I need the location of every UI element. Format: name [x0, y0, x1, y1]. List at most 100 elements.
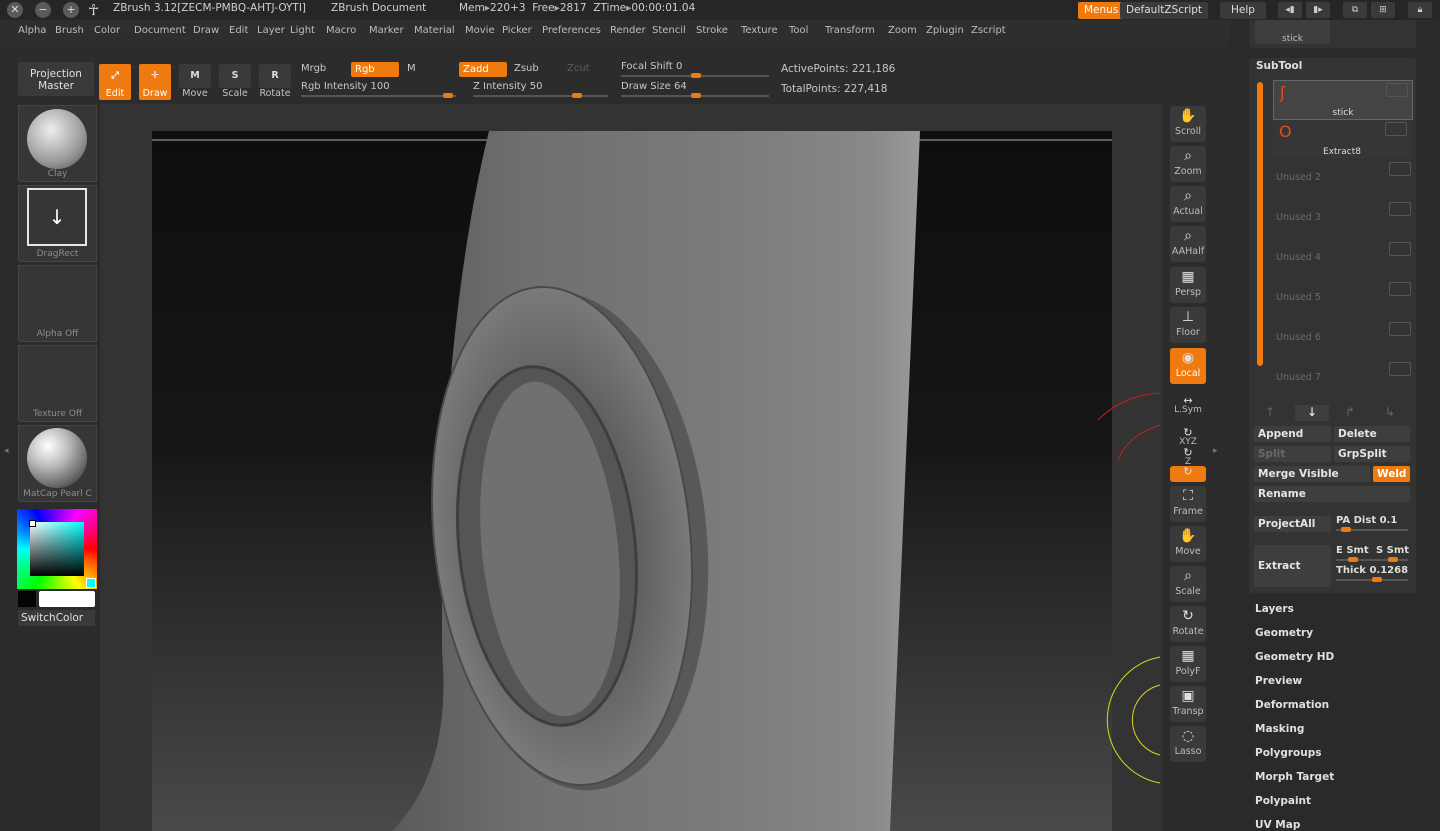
lsym-button[interactable]: ↔ L.Sym — [1170, 395, 1206, 415]
subtool-scrollbar[interactable] — [1257, 82, 1263, 366]
arrow-down-icon[interactable]: ↓ — [1295, 405, 1329, 421]
m-toggle[interactable]: M — [407, 63, 416, 74]
zadd-toggle[interactable]: Zadd — [459, 62, 507, 77]
polyf-button[interactable]: ▦ PolyF — [1170, 646, 1206, 682]
menu-stroke[interactable]: Stroke — [696, 25, 728, 36]
subtool-slot-unused[interactable]: Unused 2 — [1276, 172, 1321, 183]
menu-zplugin[interactable]: Zplugin — [926, 25, 964, 36]
weld-toggle[interactable]: Weld — [1373, 466, 1410, 482]
zcut-toggle[interactable]: Zcut — [567, 63, 590, 74]
menu-edit[interactable]: Edit — [229, 25, 248, 36]
document-canvas[interactable] — [152, 131, 1112, 831]
tool-scale-button[interactable]: S Scale — [219, 64, 251, 100]
visibility-eye-icon[interactable] — [1389, 362, 1411, 376]
window-layout-icon[interactable]: ⊞ — [1371, 2, 1395, 18]
menu-layer[interactable]: Layer — [257, 25, 285, 36]
z-intensity-knob[interactable] — [572, 93, 582, 98]
visibility-eye-icon[interactable] — [1389, 282, 1411, 296]
subtool-item-stick[interactable]: ʃ stick — [1273, 80, 1413, 120]
rotate-button[interactable]: ↻ Rotate — [1170, 606, 1206, 642]
menu-preferences[interactable]: Preferences — [542, 25, 601, 36]
z-intensity-slider[interactable]: Z Intensity 50 — [473, 81, 542, 92]
right-tray-arrow-icon[interactable]: ▸ — [1213, 446, 1221, 458]
subtool-item-extract8[interactable]: O Extract8 — [1273, 120, 1411, 158]
stroke-slot[interactable]: ↓ DragRect — [18, 185, 97, 262]
scroll-left-icon[interactable]: ◂▮ — [1278, 2, 1302, 18]
rgb-toggle[interactable]: Rgb — [351, 62, 399, 77]
tool-rotate-button[interactable]: R Rotate — [259, 64, 291, 100]
aahalf-button[interactable]: ⌕ AAHalf — [1170, 226, 1206, 262]
menu-alpha[interactable]: Alpha — [18, 25, 46, 36]
zoom-button[interactable]: ⌕ Zoom — [1170, 146, 1206, 182]
menu-transform[interactable]: Transform — [825, 25, 875, 36]
subtool-title[interactable]: SubTool — [1256, 60, 1302, 72]
s-smt-knob[interactable] — [1388, 557, 1398, 562]
section-morph-target[interactable]: Morph Target — [1255, 771, 1334, 783]
persp-button[interactable]: ▦ Persp — [1170, 267, 1206, 303]
default-zscript-button[interactable]: DefaultZScript — [1120, 2, 1209, 19]
switch-color-button[interactable]: SwitchColor — [18, 610, 95, 626]
menu-tool[interactable]: Tool — [789, 25, 808, 36]
visibility-eye-icon[interactable] — [1386, 83, 1408, 97]
maximize-window-button[interactable]: + — [63, 2, 79, 18]
frame-button[interactable]: ⛶ Frame — [1170, 486, 1206, 522]
color-picker-cursor[interactable] — [29, 520, 36, 527]
menu-light[interactable]: Light — [290, 25, 315, 36]
left-tray-arrow-icon[interactable]: ◂ — [4, 446, 12, 458]
menu-movie[interactable]: Movie — [465, 25, 495, 36]
menu-draw[interactable]: Draw — [193, 25, 219, 36]
menu-marker[interactable]: Marker — [369, 25, 404, 36]
z-button[interactable]: ↻ Z — [1170, 447, 1206, 467]
menu-texture[interactable]: Texture — [741, 25, 778, 36]
section-polygroups[interactable]: Polygroups — [1255, 747, 1322, 759]
section-layers[interactable]: Layers — [1255, 603, 1294, 615]
draw-size-knob[interactable] — [691, 93, 701, 98]
menu-render[interactable]: Render — [610, 25, 646, 36]
rgb-intensity-track[interactable] — [301, 95, 456, 97]
mrgb-toggle[interactable]: Mrgb — [301, 63, 326, 74]
e-smt-knob[interactable] — [1348, 557, 1358, 562]
tool-edit-button[interactable]: ⤢ Edit — [99, 64, 131, 100]
scroll-right-icon[interactable]: ▮▸ — [1306, 2, 1330, 18]
tool-draw-button[interactable]: ✛ Draw — [139, 64, 171, 100]
current-tool-thumb[interactable]: stick — [1255, 20, 1330, 44]
tool-move-button[interactable]: M Move — [179, 64, 211, 100]
delete-button[interactable]: Delete — [1334, 426, 1410, 442]
texture-slot[interactable]: Texture Off — [18, 345, 97, 422]
arrow-up-icon[interactable]: ↑ — [1265, 405, 1275, 419]
projection-master-button[interactable]: Projection Master — [18, 62, 94, 96]
section-preview[interactable]: Preview — [1255, 675, 1302, 687]
section-uv-map[interactable]: UV Map — [1255, 819, 1300, 831]
material-slot[interactable]: MatCap Pearl C — [18, 425, 97, 502]
move-button[interactable]: ✋ Move — [1170, 526, 1206, 562]
rgb-intensity-slider[interactable]: Rgb Intensity 100 — [301, 81, 390, 92]
visibility-eye-icon[interactable] — [1389, 242, 1411, 256]
visibility-eye-icon[interactable] — [1389, 202, 1411, 216]
subtool-slot-unused[interactable]: Unused 7 — [1276, 372, 1321, 383]
grpsplit-button[interactable]: GrpSplit — [1334, 446, 1410, 462]
project-all-button[interactable]: ProjectAll — [1254, 516, 1331, 532]
lock-icon[interactable]: 🔒︎ — [1408, 2, 1432, 18]
hue-cursor[interactable] — [86, 578, 96, 588]
primary-color-swatch[interactable] — [39, 591, 95, 607]
menu-macro[interactable]: Macro — [326, 25, 356, 36]
secondary-color-swatch[interactable] — [18, 591, 36, 607]
subtool-slot-unused[interactable]: Unused 3 — [1276, 212, 1321, 223]
scroll-button[interactable]: ✋ Scroll — [1170, 106, 1206, 142]
visibility-eye-icon[interactable] — [1389, 322, 1411, 336]
close-window-button[interactable]: ✕ — [7, 2, 23, 18]
rename-button[interactable]: Rename — [1254, 486, 1410, 502]
extract-button[interactable]: Extract — [1254, 545, 1331, 587]
menus-button[interactable]: Menus — [1078, 2, 1125, 19]
menu-zscript[interactable]: Zscript — [971, 25, 1006, 36]
append-button[interactable]: Append — [1254, 426, 1331, 442]
xyz-button[interactable]: ↻ XYZ — [1170, 427, 1206, 447]
alpha-slot[interactable]: Alpha Off — [18, 265, 97, 342]
focal-shift-knob[interactable] — [691, 73, 701, 78]
rgb-intensity-knob[interactable] — [443, 93, 453, 98]
z-intensity-track[interactable] — [473, 95, 608, 97]
section-masking[interactable]: Masking — [1255, 723, 1304, 735]
local-button[interactable]: ◉ Local — [1170, 348, 1206, 384]
section-polypaint[interactable]: Polypaint — [1255, 795, 1311, 807]
menu-brush[interactable]: Brush — [55, 25, 84, 36]
